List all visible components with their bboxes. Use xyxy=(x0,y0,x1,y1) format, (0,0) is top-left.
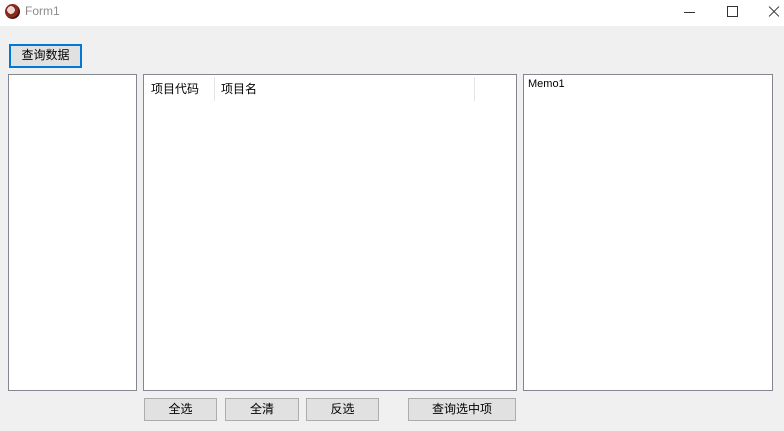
app-icon xyxy=(5,4,20,19)
maximize-button[interactable] xyxy=(710,0,756,26)
query-data-button[interactable]: 查询数据 xyxy=(9,44,82,68)
project-list-view[interactable]: 项目代码 项目名 xyxy=(143,74,517,391)
close-button[interactable] xyxy=(752,0,784,26)
invert-selection-button[interactable]: 反选 xyxy=(306,398,379,421)
column-header-code[interactable]: 项目代码 xyxy=(145,77,215,101)
clear-all-button[interactable]: 全清 xyxy=(225,398,299,421)
select-all-button[interactable]: 全选 xyxy=(144,398,217,421)
title-bar: Form1 xyxy=(0,0,784,26)
minimize-button[interactable] xyxy=(666,0,712,26)
window-title: Form1 xyxy=(25,4,60,18)
memo-textarea[interactable]: Memo1 xyxy=(523,74,773,391)
column-header-name[interactable]: 项目名 xyxy=(215,77,475,101)
query-selected-button[interactable]: 查询选中项 xyxy=(408,398,516,421)
memo-text: Memo1 xyxy=(528,78,565,90)
left-listbox[interactable] xyxy=(8,74,137,391)
